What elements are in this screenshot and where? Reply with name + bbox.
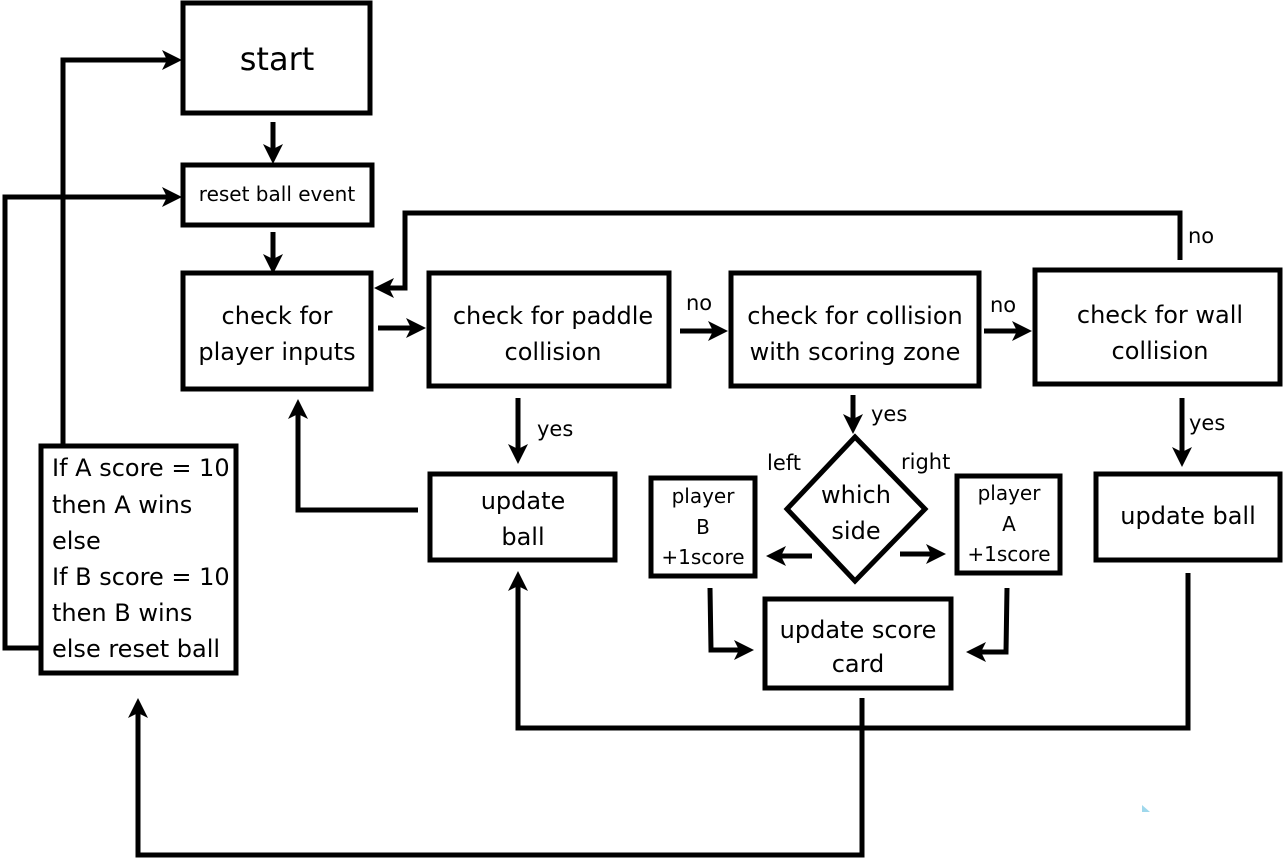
label-wall-yes: yes [1189,411,1225,435]
node-text: player inputs [198,338,355,366]
node-text: +1score [967,542,1050,566]
node-text: update [481,487,566,515]
node-update-ball-paddle: update ball [427,471,618,563]
node-start: start [180,0,373,116]
node-text: check for paddle [453,302,653,330]
node-text: then A wins [52,491,192,519]
node-text: update score [780,616,937,644]
node-text: check for wall [1077,301,1243,329]
node-check-wall-collision: check for wall collision [1032,267,1283,387]
node-text: card [832,650,885,678]
flowchart: start reset ball event check for player … [2,0,1283,858]
label-scoring-no: no [990,293,1016,317]
node-text: collision [1112,337,1209,365]
node-text: side [831,517,880,545]
node-check-scoring-zone: check for collision with scoring zone [728,270,982,389]
node-update-ball-wall: update ball [1093,471,1283,563]
node-text: A [1002,512,1016,536]
node-text: B [696,515,710,539]
node-update-score-card: update score card [762,596,954,691]
node-text: +1score [661,545,744,569]
node-player-b-score: player B +1score [648,475,758,579]
node-text: start [240,40,315,78]
node-text: update ball [1120,502,1255,530]
label-paddle-no: no [686,291,712,315]
arrow-b-to-scorecard [707,587,754,660]
node-text: If A score = 10 [52,454,230,482]
node-text: If B score = 10 [52,563,230,591]
node-reset-ball-event: reset ball event [180,162,375,228]
node-text: with scoring zone [750,338,961,366]
node-text: check for [222,302,333,330]
label-wall-no: no [1188,224,1214,248]
arrow-update-to-inputs [288,399,418,513]
node-text: then B wins [52,599,192,627]
node-text: check for collision [747,302,962,330]
node-text: else reset ball [52,635,220,663]
node-check-paddle-collision: check for paddle collision [426,270,672,389]
label-scoring-yes: yes [871,402,907,426]
arrow-scorecard-to-win [128,698,865,858]
label-paddle-yes: yes [537,417,573,441]
label-right: right [901,450,950,474]
node-text: player [672,484,736,508]
node-text: player [978,481,1042,505]
node-player-a-score: player A +1score [954,473,1063,576]
node-text: reset ball event [199,182,356,206]
node-text: else [52,527,101,555]
label-left: left [767,451,801,475]
node-text: ball [501,523,544,551]
node-text: collision [505,338,602,366]
stray-mark [1142,805,1150,812]
arrow-a-to-scorecard [966,587,1010,662]
node-win-check: If A score = 10 then A wins else If B sc… [38,443,239,676]
node-text: which [821,481,891,509]
arrow-win-to-start [60,50,182,446]
node-check-player-inputs: check for player inputs [180,270,374,392]
